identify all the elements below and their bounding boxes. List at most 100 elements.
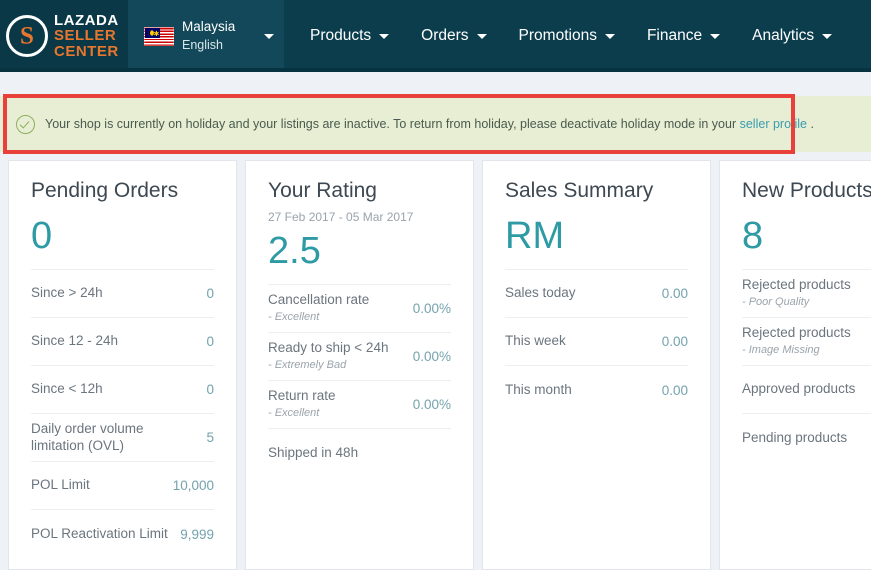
table-row[interactable]: Rejected products - Image Missing [742,318,871,366]
nav-item-promotions[interactable]: Promotions [519,27,615,45]
row-value: 0.00 [661,334,688,349]
chevron-down-icon [379,33,390,39]
row-sub-label: - Extremely Bad [268,359,347,372]
row-value: 0 [206,334,214,349]
card-title: Your Rating [268,179,377,202]
card-rows: Sales today 0.00 This week 0.00 This mon… [505,269,688,414]
row-value: 9,999 [180,526,214,542]
row-label: Since 12 - 24h [31,333,119,349]
row-value: 0.00% [412,301,451,316]
row-label: Since < 12h [31,381,103,397]
table-row[interactable]: Shipped in 48h [268,429,451,477]
card-big-value: RM [505,215,565,257]
table-row[interactable]: Since < 12h 0 [31,366,214,414]
row-label: Daily order volume limitation (OVL) [31,420,144,453]
table-row[interactable]: Approved products [742,366,871,414]
row-label: Approved products [742,381,856,397]
card-date-range: 27 Feb 2017 - 05 Mar 2017 [268,210,414,224]
nav-item-finance[interactable]: Finance [647,27,721,45]
row-value: 5 [206,430,214,445]
row-label: Sales today [505,285,576,301]
holiday-mode-alert-wrapper: Your shop is currently on holiday and yo… [0,94,871,154]
chevron-down-icon [264,33,274,39]
row-label-text: Ready to ship < 24h [268,340,389,356]
holiday-mode-alert: Your shop is currently on holiday and yo… [0,96,871,152]
row-sub-label: - Excellent [268,407,320,420]
logo-s-glyph: S [20,22,34,50]
chevron-down-icon [710,33,721,39]
row-label: Cancellation rate - Excellent [268,292,369,325]
row-label: Shipped in 48h [268,444,359,460]
lazada-circle-logo-icon: S [6,15,48,57]
country-language-labels: Malaysia English [182,18,256,53]
card-new-products: New Products 8 Rejected products - Poor … [719,160,871,570]
nav-item-orders[interactable]: Orders [421,27,487,45]
table-row[interactable]: Since 12 - 24h 0 [31,318,214,366]
row-value: 10,000 [172,478,214,493]
main-navigation: Products Orders Promotions Finance Analy… [284,0,833,72]
language-name: English [182,37,223,52]
card-sales-summary: Sales Summary RM Sales today 0.00 This w… [482,160,711,570]
row-label: POL Reactivation Limit [31,525,168,541]
table-row[interactable]: Since > 24h 0 [31,270,214,318]
row-label: Pending products [742,429,848,445]
card-big-value: 8 [742,215,764,257]
row-value: 0.00% [412,349,451,364]
card-rows: Cancellation rate - Excellent 0.00% Read… [268,284,451,477]
table-row[interactable]: This week 0.00 [505,318,688,366]
country-language-selector[interactable]: ✱ Malaysia English [128,0,284,72]
row-label: This week [505,333,566,349]
table-row[interactable]: Pending products [742,414,871,462]
row-label: Since > 24h [31,285,103,301]
table-row[interactable]: POL Limit 10,000 [31,462,214,510]
lazada-seller-center-logo[interactable]: S LAZADA SELLER CENTER [0,0,128,72]
table-row[interactable]: Ready to ship < 24h - Extremely Bad 0.00… [268,333,451,381]
card-rows: Rejected products - Poor Quality Rejecte… [742,269,871,462]
holiday-mode-alert-text: Your shop is currently on holiday and yo… [45,117,814,131]
row-label-text: Cancellation rate [268,292,370,308]
row-label: Return rate - Excellent [268,388,336,421]
row-value: 0.00 [661,382,688,398]
nav-item-products[interactable]: Products [310,27,390,45]
country-name: Malaysia [182,19,236,35]
row-label-text: Rejected products [742,325,851,341]
malaysia-flag-icon: ✱ [144,26,174,46]
seller-profile-link[interactable]: seller profile [740,117,807,131]
top-header: S LAZADA SELLER CENTER ✱ Malaysia Englis… [0,0,871,72]
row-label-text: Rejected products [742,277,851,293]
card-rows: Since > 24h 0 Since 12 - 24h 0 Since < 1… [31,269,214,558]
chevron-down-icon [476,33,487,39]
row-label: Ready to ship < 24h - Extremely Bad [268,340,388,373]
card-title: New Products [742,179,871,202]
chevron-down-icon [604,33,615,39]
flag-star: ✱ [153,30,160,38]
table-row[interactable]: This month 0.00 [505,366,688,414]
row-value: 0.00% [412,397,451,412]
row-label-text: Return rate [268,388,336,404]
card-your-rating: Your Rating 27 Feb 2017 - 05 Mar 2017 2.… [245,160,474,570]
row-value: 0 [206,382,214,397]
row-sub-label: - Image Missing [742,344,820,357]
row-value: 0 [206,286,214,301]
card-title: Pending Orders [31,179,179,202]
nav-item-analytics[interactable]: Analytics [752,27,833,45]
card-pending-orders: Pending Orders 0 Since > 24h 0 Since 12 … [8,160,237,570]
table-row[interactable]: Cancellation rate - Excellent 0.00% [268,285,451,333]
table-row[interactable]: Sales today 0.00 [505,270,688,318]
logo-wordmark: LAZADA SELLER CENTER [54,13,119,59]
table-row[interactable]: Return rate - Excellent 0.00% [268,381,451,429]
row-label: This month [505,381,572,397]
row-label: POL Limit [31,477,90,493]
chevron-down-icon [822,33,833,39]
nav-label-orders: Orders [421,27,469,44]
row-sub-label: - Excellent [268,311,320,324]
row-label: Rejected products - Image Missing [742,325,851,358]
dashboard-cards: Pending Orders 0 Since > 24h 0 Since 12 … [0,152,871,570]
table-row[interactable]: Daily order volume limitation (OVL) 5 [31,414,214,462]
table-row[interactable]: POL Reactivation Limit 9,999 [31,510,214,558]
row-label: Rejected products - Poor Quality [742,277,851,310]
nav-label-analytics: Analytics [752,27,815,44]
table-row[interactable]: Rejected products - Poor Quality [742,270,871,318]
row-value: 0.00 [661,286,688,301]
check-circle-icon [16,114,35,134]
